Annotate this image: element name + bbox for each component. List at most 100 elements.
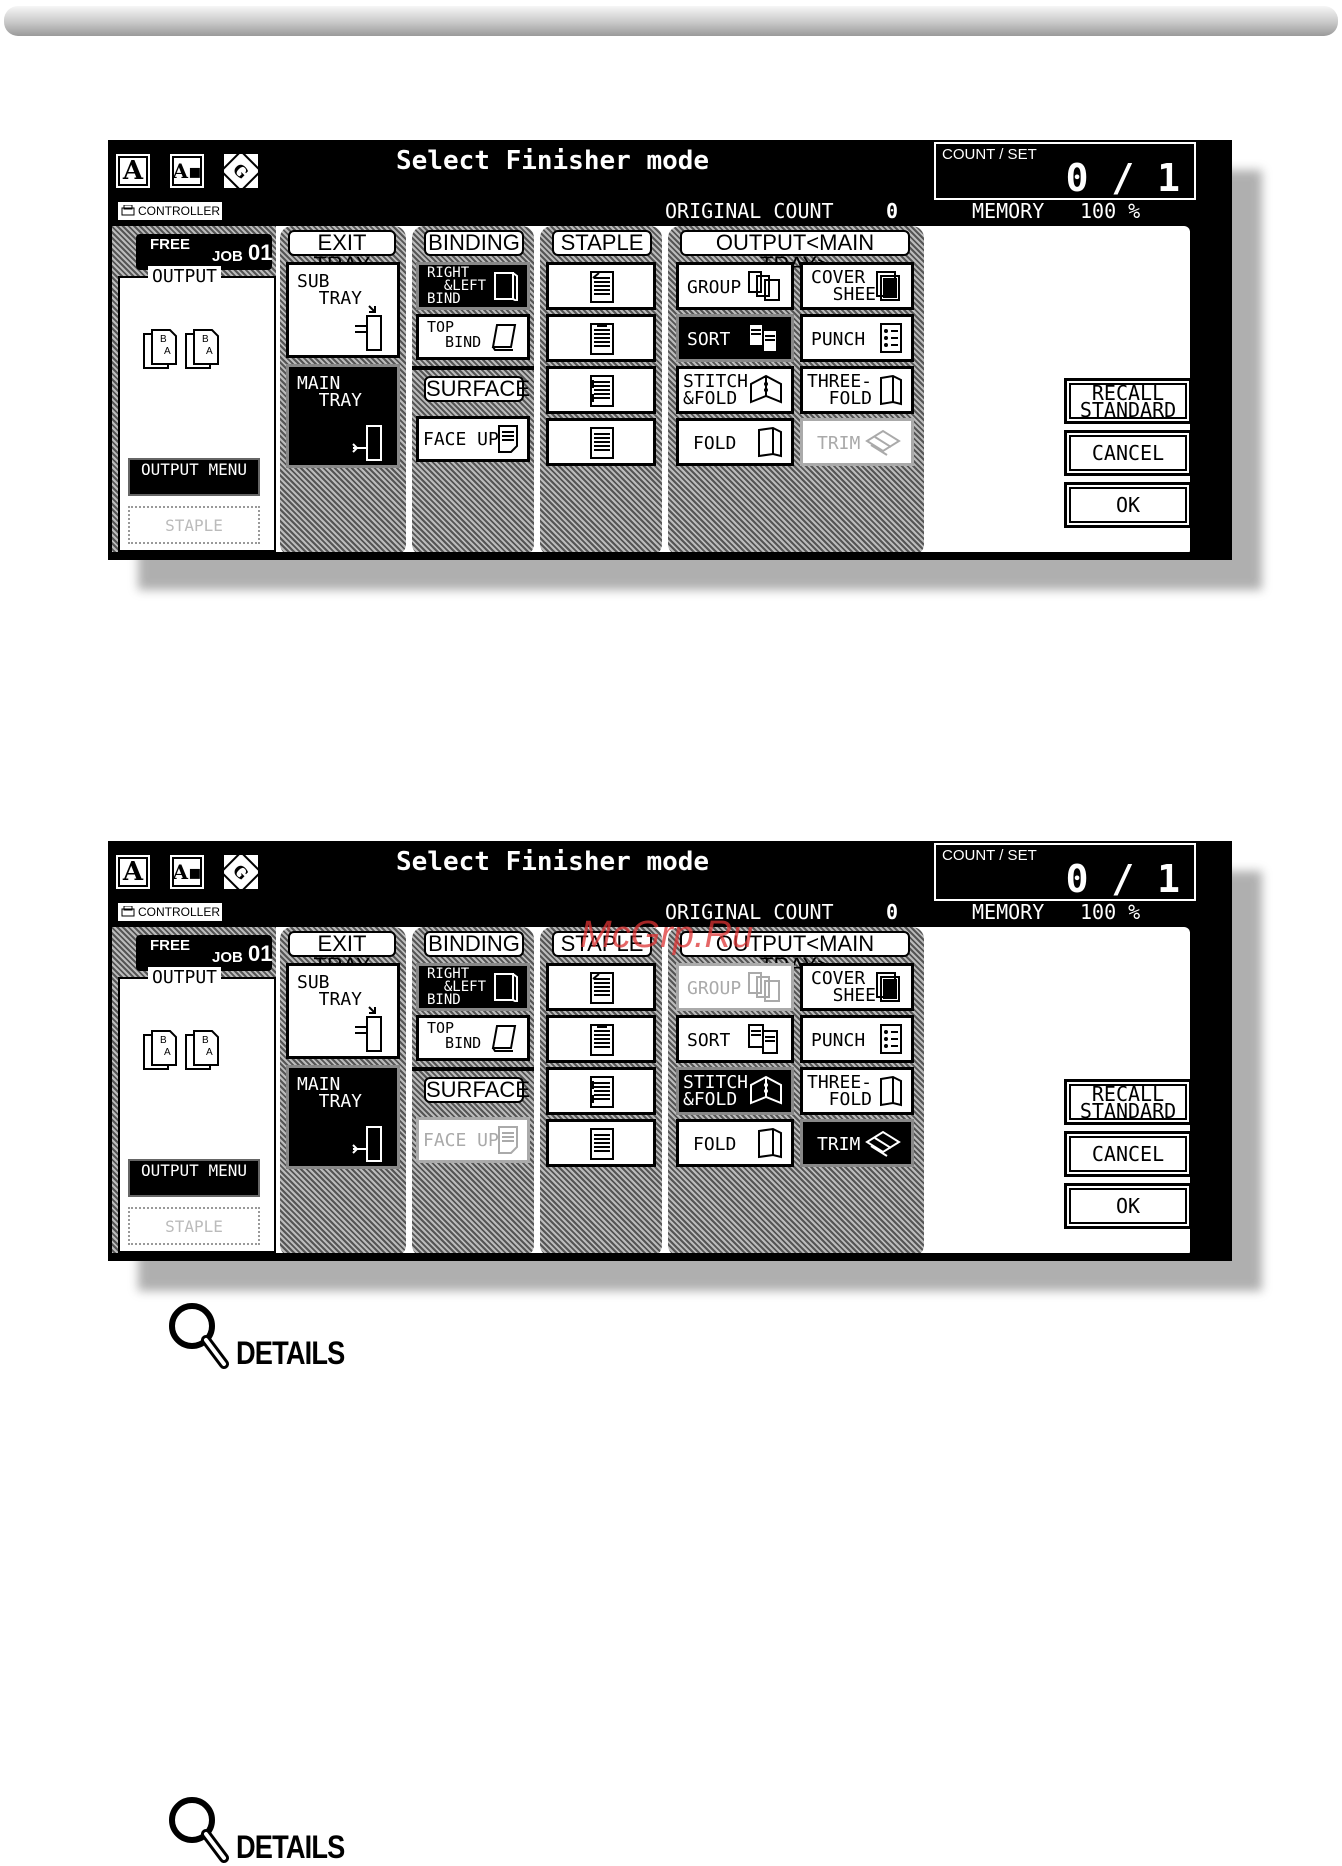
top-bind-icon	[491, 1025, 517, 1052]
face-up-label: FACE UP	[423, 1130, 499, 1151]
output-menu-button[interactable]: OUTPUT MENU	[128, 458, 260, 496]
group-sets-icon	[748, 972, 780, 1002]
controller-badge[interactable]: CONTROLLER	[118, 202, 222, 220]
top-bind-button[interactable]: TOP BIND	[416, 314, 530, 360]
ok-button[interactable]: OK	[1064, 482, 1192, 528]
page-title: Select Finisher mode	[396, 146, 710, 176]
content-area: FREE JOB 01 OUTPUT BA BA OUTPUT MENU STA…	[112, 226, 1192, 556]
staple-top-button[interactable]	[546, 1015, 656, 1063]
plain-doc-icon	[590, 427, 614, 459]
sub-tray-icon	[355, 1006, 382, 1052]
sort-button[interactable]: SORT	[676, 1015, 794, 1063]
trim-button[interactable]: TRIM	[800, 1119, 914, 1167]
staple-top-icon	[590, 323, 614, 355]
three-fold-button[interactable]: THREE- FOLD	[800, 366, 914, 414]
stitch-fold-button[interactable]: STITCH &FOLD	[676, 1067, 794, 1115]
details-heading-2: DETAILS	[166, 1794, 364, 1866]
page-title: Select Finisher mode	[396, 847, 710, 877]
output-menu-button[interactable]: OUTPUT MENU	[128, 1159, 260, 1197]
stitch-fold-icon	[750, 1075, 782, 1105]
face-up-button[interactable]: FACE UP	[416, 416, 530, 462]
surface-header: SURFACE	[424, 376, 530, 402]
rotate-icon[interactable]: G	[219, 850, 263, 894]
top-bind-button[interactable]: TOP BIND	[416, 1015, 530, 1061]
group-button[interactable]: GROUP	[676, 963, 794, 1011]
details-label: DETAILS	[236, 1335, 345, 1371]
staple-off-button[interactable]	[546, 1119, 656, 1167]
right-left-bind-button[interactable]: RIGHT &LEFT BIND	[416, 963, 530, 1011]
sort-button[interactable]: SORT	[676, 314, 794, 362]
top-bind-label: TOP BIND	[427, 318, 482, 351]
memory-value: 100 %	[1080, 900, 1141, 924]
document-a-icon[interactable]: A	[114, 152, 152, 190]
staple-corner-button[interactable]	[546, 262, 656, 310]
controller-label: CONTROLLER	[138, 204, 221, 218]
stitch-fold-button[interactable]: STITCH &FOLD	[676, 366, 794, 414]
details-heading-1: DETAILS	[166, 1300, 364, 1372]
left-column: FREE JOB 01 OUTPUT BA BA OUTPUT MENU STA…	[112, 226, 276, 556]
book-bind-icon	[494, 973, 518, 1002]
staple-side-button[interactable]: STAPLE	[128, 1207, 260, 1245]
panel-footer	[110, 552, 1230, 558]
svg-text:A: A	[164, 346, 171, 357]
staple-group: STAPLE	[540, 226, 662, 556]
ok-button[interactable]: OK	[1064, 1183, 1192, 1229]
group-button[interactable]: GROUP	[676, 262, 794, 310]
finisher-screen: A A▪ G Select Finisher mode CONTROLLER C…	[108, 841, 1262, 1291]
stitch-fold-label: STITCH &FOLD	[683, 1072, 749, 1110]
staple-two-button[interactable]	[546, 366, 656, 414]
three-fold-button[interactable]: THREE- FOLD	[800, 1067, 914, 1115]
svg-text:B: B	[202, 334, 209, 345]
right-left-bind-button[interactable]: RIGHT &LEFT BIND	[416, 262, 530, 310]
count-set-label: COUNT / SET	[942, 847, 1037, 864]
face-up-doc-icon	[498, 425, 518, 453]
exit-tray-group: EXIT TRAY SUB TRAY MAIN TRAY	[280, 927, 406, 1257]
main-tray-button[interactable]: MAIN TRAY	[286, 1065, 400, 1169]
cover-sheet-button[interactable]: COVER SHEET	[800, 262, 914, 310]
recall-standard-button[interactable]: RECALL STANDARD	[1064, 378, 1192, 424]
output-box: OUTPUT BA BA OUTPUT MENU STAPLE	[118, 266, 276, 552]
fold-button[interactable]: FOLD	[676, 1119, 794, 1167]
sort-label: SORT	[687, 1030, 731, 1051]
face-up-button[interactable]: FACE UP	[416, 1117, 530, 1163]
controller-badge[interactable]: CONTROLLER	[118, 903, 222, 921]
job-label: JOB	[212, 949, 243, 966]
trim-label: TRIM	[817, 433, 861, 454]
staple-two-button[interactable]	[546, 1067, 656, 1115]
binding-header: BINDING	[424, 230, 524, 256]
controller-label: CONTROLLER	[138, 905, 221, 919]
cancel-button[interactable]: CANCEL	[1064, 430, 1192, 476]
sub-tray-label: SUB TRAY	[297, 271, 363, 309]
sub-tray-button[interactable]: SUB TRAY	[286, 262, 400, 358]
document-a-icon[interactable]: A	[114, 853, 152, 891]
three-fold-label: THREE- FOLD	[807, 371, 873, 409]
staple-off-button[interactable]	[546, 418, 656, 466]
sub-tray-button[interactable]: SUB TRAY	[286, 963, 400, 1059]
output-label: OUTPUT	[148, 266, 222, 287]
rotate-icon[interactable]: G	[219, 149, 263, 193]
magnifier-icon	[169, 1303, 229, 1369]
count-set-box: COUNT / SET 0 / 1	[934, 142, 1196, 200]
output-main-group: OUTPUT<MAIN TRAY> GROUP COVER SHEET SORT	[668, 226, 924, 556]
staple-corner-icon	[590, 972, 614, 1004]
staple-top-icon	[590, 1024, 614, 1056]
trim-button[interactable]: TRIM	[800, 418, 914, 466]
punch-button[interactable]: PUNCH	[800, 1015, 914, 1063]
recall-standard-button[interactable]: RECALL STANDARD	[1064, 1079, 1192, 1125]
fold-label: FOLD	[693, 1134, 737, 1155]
output-preview: BA BA	[142, 328, 222, 370]
staple-top-button[interactable]	[546, 314, 656, 362]
magnifier-icon	[169, 1797, 229, 1863]
main-tray-button[interactable]: MAIN TRAY	[286, 364, 400, 468]
punch-button[interactable]: PUNCH	[800, 314, 914, 362]
photo-icon[interactable]: A▪	[168, 152, 206, 190]
photo-icon[interactable]: A▪	[168, 853, 206, 891]
staple-corner-button[interactable]	[546, 963, 656, 1011]
cover-sheet-button[interactable]: COVER SHEET	[800, 963, 914, 1011]
top-decorative-bar	[4, 6, 1338, 36]
fold-button[interactable]: FOLD	[676, 418, 794, 466]
memory-label: MEMORY	[972, 900, 1045, 924]
staple-side-button[interactable]: STAPLE	[128, 506, 260, 544]
staple-two-icon	[590, 1076, 614, 1108]
cancel-button[interactable]: CANCEL	[1064, 1131, 1192, 1177]
